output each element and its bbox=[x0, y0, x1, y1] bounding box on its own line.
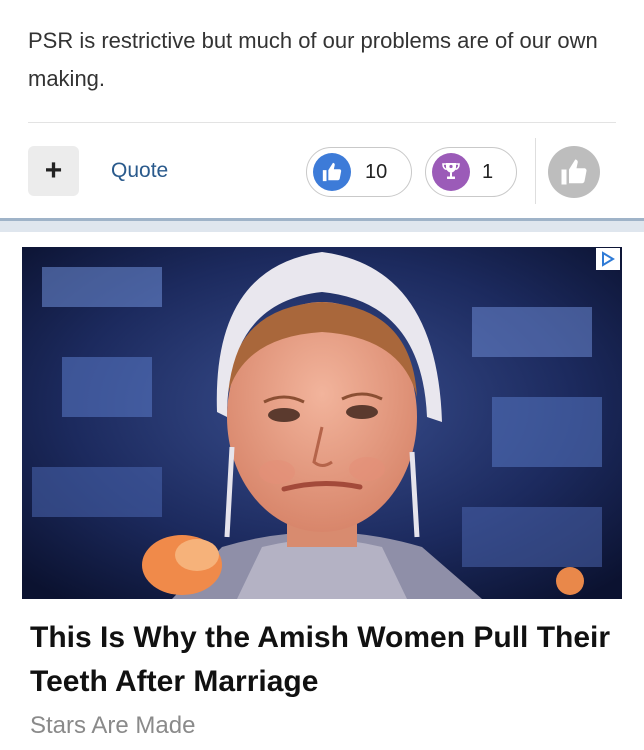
ad-headline[interactable]: This Is Why the Amish Women Pull Their T… bbox=[30, 616, 620, 704]
post-body-text: PSR is restrictive but much of our probl… bbox=[28, 28, 598, 91]
trophy-reaction-button[interactable]: 1 bbox=[425, 147, 517, 197]
sponsored-ad[interactable]: This Is Why the Amish Women Pull Their T… bbox=[0, 232, 644, 750]
quote-button[interactable]: Quote bbox=[111, 159, 168, 183]
trophy-icon bbox=[432, 153, 470, 191]
like-count: 10 bbox=[365, 160, 388, 183]
plus-icon: + bbox=[44, 154, 63, 187]
trophy-count: 1 bbox=[482, 160, 494, 183]
like-reaction-button[interactable]: 10 bbox=[306, 147, 412, 197]
reaction-separator bbox=[535, 138, 536, 204]
forum-post: PSR is restrictive but much of our probl… bbox=[0, 0, 644, 218]
post-separator-strip bbox=[0, 218, 644, 232]
post-divider bbox=[28, 122, 616, 123]
ad-image[interactable] bbox=[22, 247, 622, 599]
react-button[interactable] bbox=[548, 146, 600, 198]
thumbs-up-icon bbox=[313, 153, 351, 191]
multiquote-add-button[interactable]: + bbox=[28, 146, 79, 196]
thumbs-up-icon bbox=[561, 159, 587, 185]
ad-source[interactable]: Stars Are Made bbox=[30, 712, 195, 740]
ad-choices-icon[interactable] bbox=[596, 248, 620, 270]
